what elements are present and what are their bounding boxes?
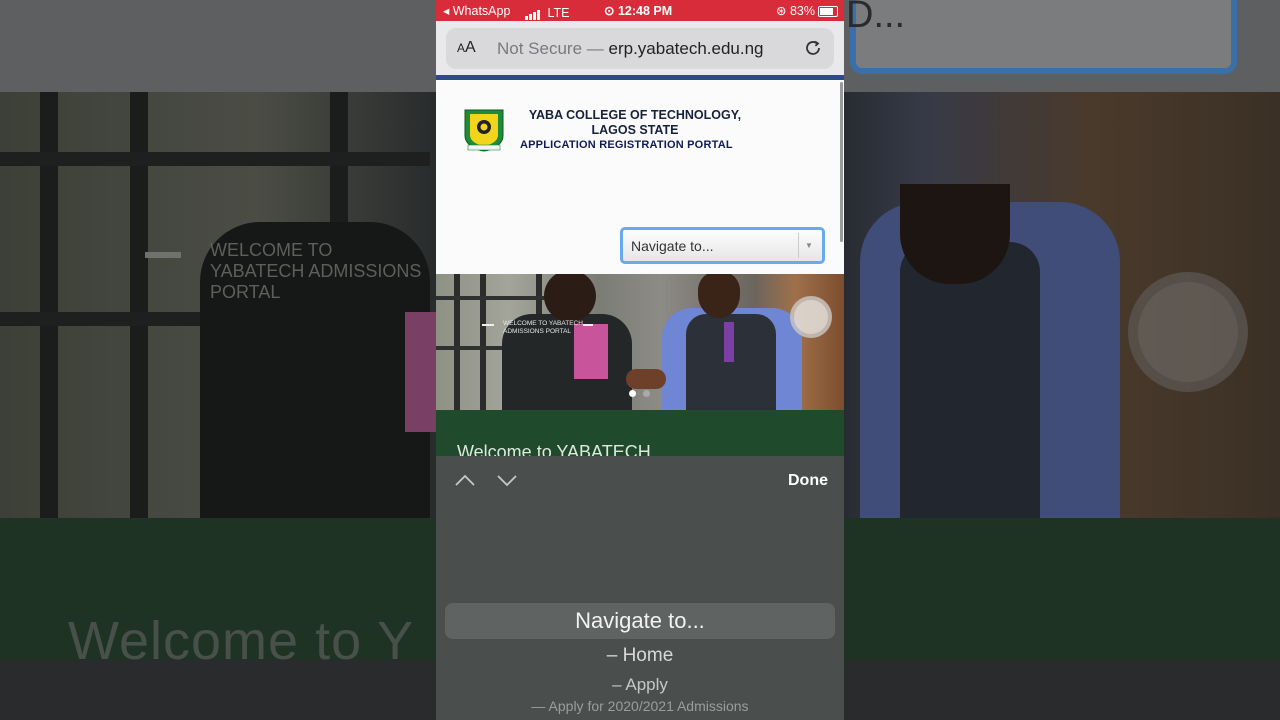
back-to-app-link[interactable]: ◂ WhatsApp bbox=[443, 3, 510, 18]
chevron-down-icon: ▼ bbox=[798, 233, 819, 258]
picker-option[interactable]: — Apply for 2020/2021 Admissions bbox=[436, 698, 844, 714]
picker-option[interactable]: – Home bbox=[436, 645, 844, 667]
blurred-welcome-text: Welcome to Y bbox=[68, 611, 415, 671]
hero-image: WELCOME TO YABATECH ADMISSIONS PORTAL bbox=[436, 274, 844, 410]
url-text[interactable]: Not Secure — erp.yabatech.edu.ng bbox=[497, 39, 764, 59]
domain-label: erp.yabatech.edu.ng bbox=[608, 39, 764, 58]
blurred-hero-caption: WELCOME TO YABATECH ADMISSIONS PORTAL bbox=[210, 240, 422, 302]
text-size-button[interactable]: AA bbox=[457, 39, 476, 57]
portal-title: APPLICATION REGISTRATION PORTAL bbox=[520, 139, 733, 151]
status-time: ⊙ 12:48 PM bbox=[604, 4, 673, 18]
slider-next-icon[interactable] bbox=[583, 324, 593, 326]
chevron-down-icon[interactable] bbox=[496, 472, 518, 488]
welcome-section: Welcome to YABATECH bbox=[436, 410, 844, 456]
blurred-url-text: D... bbox=[846, 0, 906, 36]
assistive-touch-icon[interactable] bbox=[790, 296, 832, 338]
blurred-ring-icon bbox=[1128, 272, 1248, 392]
signal-icon: LTE bbox=[525, 6, 569, 20]
page-scrollbar[interactable] bbox=[840, 82, 843, 242]
network-type: LTE bbox=[547, 6, 570, 20]
browser-toolbar: AA Not Secure — erp.yabatech.edu.ng bbox=[436, 21, 844, 75]
reload-icon[interactable] bbox=[802, 37, 824, 59]
address-bar[interactable]: AA Not Secure — erp.yabatech.edu.ng bbox=[446, 28, 834, 69]
slider-prev-icon[interactable] bbox=[482, 324, 494, 326]
welcome-heading: Welcome to YABATECH bbox=[457, 442, 651, 456]
done-button[interactable]: Done bbox=[788, 472, 828, 490]
status-bar: ◂ WhatsApp LTE ⊙ 12:48 PM ⊛ 83% bbox=[436, 0, 844, 21]
navigate-select-value: Navigate to... bbox=[631, 238, 714, 254]
select-picker: Done Navigate to... – Home – Apply — App… bbox=[436, 456, 844, 720]
security-label: Not Secure — bbox=[497, 39, 604, 58]
chevron-up-icon[interactable] bbox=[454, 472, 476, 488]
college-name: YABA COLLEGE OF TECHNOLOGY, LAGOS STATE bbox=[528, 108, 742, 137]
yabatech-logo-icon bbox=[464, 109, 504, 152]
web-page: YABA COLLEGE OF TECHNOLOGY, LAGOS STATE … bbox=[436, 80, 844, 456]
slider-dot[interactable] bbox=[643, 390, 650, 397]
picker-option[interactable]: – Apply bbox=[436, 675, 844, 695]
battery-indicator: ⊛ 83% bbox=[776, 3, 838, 18]
battery-icon bbox=[818, 6, 838, 18]
hero-caption: WELCOME TO YABATECH ADMISSIONS PORTAL bbox=[503, 320, 583, 335]
slider-dot-active[interactable] bbox=[629, 390, 636, 397]
navigate-select[interactable]: Navigate to... ▼ bbox=[620, 227, 825, 264]
blurred-select: D... bbox=[846, 0, 1237, 74]
phone-screen: ◂ WhatsApp LTE ⊙ 12:48 PM ⊛ 83% AA Not S… bbox=[436, 0, 844, 720]
picker-option[interactable]: Navigate to... bbox=[436, 608, 844, 634]
